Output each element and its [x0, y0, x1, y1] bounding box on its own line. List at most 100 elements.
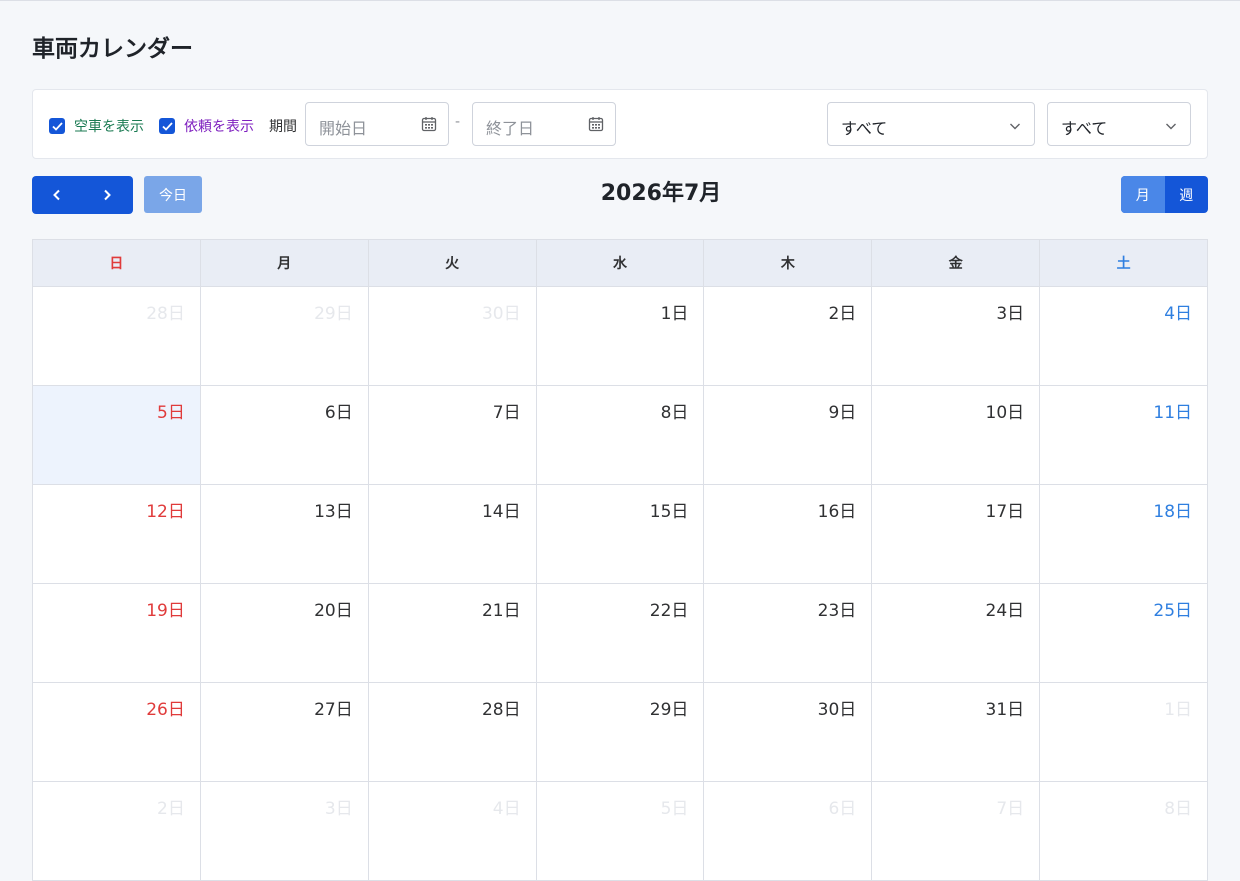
calendar-day-cell[interactable]: 26日 [33, 683, 201, 781]
calendar-day-cell[interactable]: 20日 [200, 584, 369, 682]
calendar-day-cell[interactable]: 1日 [536, 287, 705, 385]
chevron-down-icon [1164, 118, 1178, 137]
day-number: 11日 [1153, 403, 1193, 423]
period-label: 期間 [269, 119, 297, 135]
calendar-day-cell[interactable]: 9日 [704, 386, 873, 484]
day-number: 26日 [146, 700, 185, 720]
calendar-day-cell[interactable]: 4日 [368, 782, 537, 880]
calendar-day-cell[interactable]: 22日 [536, 584, 705, 682]
day-number: 5日 [660, 799, 689, 819]
calendar-day-cell[interactable]: 25日 [1040, 584, 1208, 682]
calendar-day-cell[interactable]: 19日 [33, 584, 201, 682]
day-number: 5日 [157, 403, 185, 423]
calendar-day-cell[interactable]: 7日 [368, 386, 537, 484]
calendar-day-cell[interactable]: 8日 [1040, 782, 1208, 880]
show-vacant-checkbox[interactable]: 空車を表示 [49, 116, 144, 136]
calendar-day-cell[interactable]: 7日 [872, 782, 1041, 880]
day-number: 28日 [146, 304, 185, 324]
view-week-button[interactable]: 週 [1165, 176, 1209, 213]
day-number: 15日 [649, 502, 689, 522]
calendar-day-cell[interactable]: 29日 [536, 683, 705, 781]
calendar-day-cell[interactable]: 11日 [1040, 386, 1208, 484]
weekday-thursday: 木 [704, 240, 873, 286]
day-number: 28日 [481, 700, 521, 720]
day-number: 1日 [660, 304, 689, 324]
day-number: 22日 [649, 601, 689, 621]
day-number: 31日 [985, 700, 1025, 720]
day-number: 29日 [314, 304, 353, 324]
calendar-day-cell[interactable]: 28日 [33, 287, 201, 385]
end-date-input[interactable]: 終了日 [472, 102, 616, 146]
show-request-checkbox[interactable]: 依頼を表示 [159, 116, 254, 136]
day-number: 24日 [985, 601, 1025, 621]
calendar-day-cell[interactable]: 30日 [704, 683, 873, 781]
day-number: 25日 [1153, 601, 1193, 621]
show-request-label: 依頼を表示 [184, 119, 254, 135]
calendar-day-cell[interactable]: 18日 [1040, 485, 1208, 583]
day-number: 17日 [985, 502, 1025, 522]
calendar-day-cell[interactable]: 3日 [200, 782, 369, 880]
calendar-day-cell[interactable]: 16日 [704, 485, 873, 583]
day-number: 20日 [314, 601, 353, 621]
calendar-day-cell[interactable]: 29日 [200, 287, 369, 385]
calendar-week-row: 5日 6日 7日 8日 9日 10日 11日 [33, 386, 1208, 485]
filter-bar: 空車を表示 依頼を表示 期間 開始日 - 終了日 すべて すべて [32, 89, 1208, 159]
calendar-day-cell[interactable]: 6日 [704, 782, 873, 880]
day-number: 13日 [314, 502, 353, 522]
view-toggle: 月 週 [1121, 176, 1208, 213]
weekday-wednesday: 水 [537, 240, 705, 286]
weekday-header: 日 月 火 水 木 金 土 [33, 240, 1207, 287]
calendar-day-cell[interactable]: 10日 [872, 386, 1041, 484]
calendar-day-cell[interactable]: 13日 [200, 485, 369, 583]
calendar-day-cell[interactable]: 24日 [872, 584, 1041, 682]
day-number: 6日 [828, 799, 857, 819]
day-number: 3日 [324, 799, 353, 819]
show-vacant-label: 空車を表示 [74, 119, 144, 135]
day-number: 14日 [481, 502, 521, 522]
filter-select-2[interactable]: すべて [1047, 102, 1191, 146]
calendar-day-cell[interactable]: 21日 [368, 584, 537, 682]
calendar-week-row: 26日 27日 28日 29日 30日 31日 1日 [33, 683, 1208, 782]
calendar-day-cell[interactable]: 3日 [872, 287, 1041, 385]
calendar-week-row: 28日 29日 30日 1日 2日 3日 4日 [33, 287, 1208, 386]
calendar-day-cell[interactable]: 2日 [704, 287, 873, 385]
calendar-day-cell[interactable]: 14日 [368, 485, 537, 583]
calendar-day-cell[interactable]: 12日 [33, 485, 201, 583]
calendar-day-cell[interactable]: 27日 [200, 683, 369, 781]
calendar-day-cell[interactable]: 17日 [872, 485, 1041, 583]
day-number: 30日 [817, 700, 857, 720]
filter-select-1[interactable]: すべて [827, 102, 1035, 146]
checkbox-checked-icon [159, 118, 175, 134]
day-number: 23日 [817, 601, 857, 621]
calendar-day-cell[interactable]: 4日 [1040, 287, 1208, 385]
day-number: 2日 [828, 304, 857, 324]
calendar-day-cell[interactable]: 31日 [872, 683, 1041, 781]
chevron-down-icon [1008, 118, 1022, 137]
filter-select-2-value: すべて [1061, 119, 1108, 138]
calendar-day-cell[interactable]: 5日 [536, 782, 705, 880]
month-title: 2026年7月 [600, 181, 722, 206]
calendar-day-cell[interactable]: 1日 [1040, 683, 1208, 781]
weekday-tuesday: 火 [369, 240, 537, 286]
calendar-day-cell[interactable]: 6日 [200, 386, 369, 484]
day-number: 19日 [146, 601, 185, 621]
calendar-day-cell[interactable]: 15日 [536, 485, 705, 583]
start-date-input[interactable]: 開始日 [305, 102, 449, 146]
calendar-day-cell[interactable]: 8日 [536, 386, 705, 484]
calendar-day-cell[interactable]: 2日 [33, 782, 201, 880]
view-month-button[interactable]: 月 [1121, 176, 1165, 213]
day-number: 30日 [481, 304, 521, 324]
day-number: 4日 [492, 799, 521, 819]
page-title: 車両カレンダー [32, 36, 193, 62]
day-number: 12日 [146, 502, 185, 522]
day-number: 3日 [996, 304, 1025, 324]
calendar-icon [421, 116, 437, 136]
day-number: 29日 [649, 700, 689, 720]
calendar-day-cell[interactable]: 30日 [368, 287, 537, 385]
day-number: 27日 [314, 700, 353, 720]
calendar-day-cell[interactable]: 28日 [368, 683, 537, 781]
day-number: 18日 [1153, 502, 1193, 522]
calendar-day-cell[interactable]: 23日 [704, 584, 873, 682]
calendar-day-cell-today[interactable]: 5日 [33, 386, 201, 484]
day-number: 4日 [1164, 304, 1193, 324]
